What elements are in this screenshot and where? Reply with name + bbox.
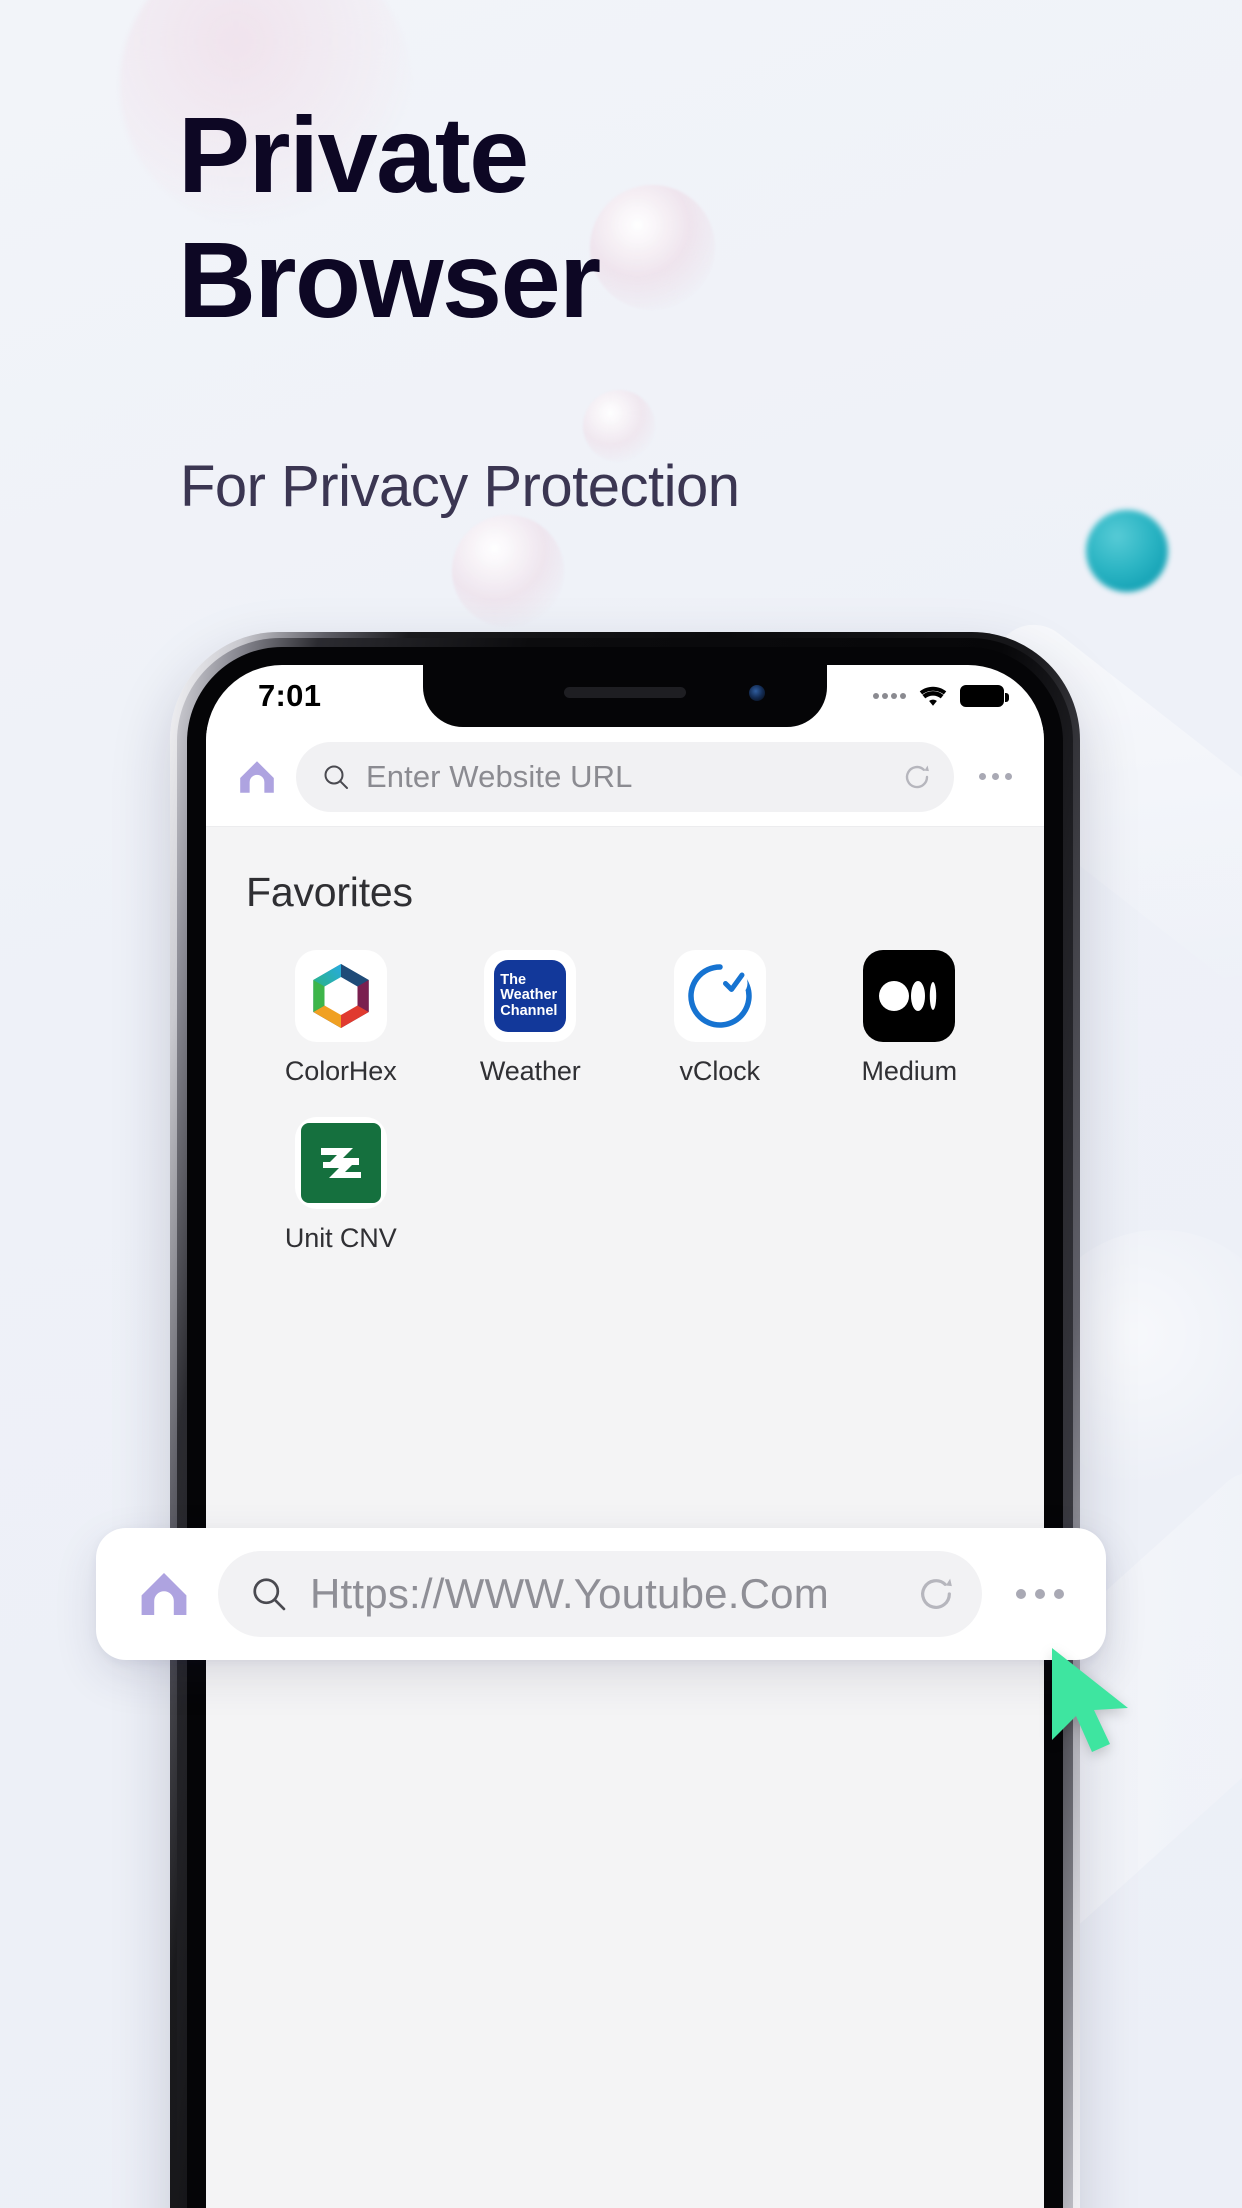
status-bar-time: 7:01 [258, 678, 322, 713]
status-bar-indicators [873, 685, 1009, 708]
search-icon [253, 1578, 286, 1611]
browser-toolbar: Enter Website URL [206, 727, 1044, 827]
url-input-placeholder: Enter Website URL [366, 758, 633, 794]
wifi-icon [919, 686, 947, 706]
vclock-icon [673, 950, 766, 1042]
phone-mockup: 7:01 Enter Website URL Favorites ColorHe… [170, 632, 1080, 2208]
weather-brand-line-3: Channel [500, 1002, 558, 1019]
battery-full-icon [960, 685, 1009, 707]
favorite-label: vClock [679, 1056, 761, 1086]
page-title-line-1: Private [178, 94, 529, 215]
floating-url-bar[interactable]: Https://WWW.Youtube.Com [96, 1528, 1106, 1660]
phone-screen: 7:01 Enter Website URL Favorites ColorHe… [206, 665, 1044, 2208]
favorite-label: ColorHex [284, 1056, 397, 1086]
home-icon[interactable] [136, 1566, 192, 1622]
search-icon [324, 765, 348, 789]
weather-brand-line-2: Weather [500, 987, 558, 1004]
signal-dots-icon [873, 693, 906, 699]
weather-channel-wordmark: The Weather Channel [494, 960, 567, 1032]
favorite-item-medium[interactable]: Medium [815, 950, 1005, 1087]
favorites-heading: Favorites [246, 869, 413, 915]
page-title-line-2: Browser [178, 219, 601, 341]
favorite-item-weather[interactable]: The Weather Channel Weather [436, 950, 626, 1087]
reload-icon[interactable] [902, 762, 932, 792]
colorhex-icon [294, 950, 387, 1042]
favorites-grid: ColorHex The Weather Channel Weather vCl… [246, 950, 1004, 1254]
page-subtitle: For Privacy Protection [180, 454, 740, 519]
overlay-url-input[interactable]: Https://WWW.Youtube.Com [218, 1551, 982, 1637]
weather-brand-line-1: The [500, 971, 527, 988]
page-title: Private Browser [178, 92, 978, 343]
more-options-icon[interactable] [1008, 1589, 1072, 1599]
more-options-icon[interactable] [972, 773, 1018, 780]
mouse-cursor-icon [1052, 1648, 1128, 1752]
favorite-label: Unit CNV [284, 1223, 397, 1253]
weather-channel-icon: The Weather Channel [484, 950, 577, 1042]
home-icon[interactable] [236, 756, 278, 798]
teal-dot-decoration [1086, 510, 1168, 592]
status-bar: 7:01 [206, 665, 1044, 727]
favorite-label: Medium [861, 1056, 958, 1086]
favorite-label: Weather [479, 1056, 581, 1086]
bubble-decoration [452, 515, 564, 627]
bubble-decoration [583, 390, 655, 462]
unit-converter-icon [294, 1117, 387, 1209]
reload-icon[interactable] [916, 1574, 956, 1614]
url-input[interactable]: Enter Website URL [296, 741, 954, 812]
favorite-item-colorhex[interactable]: ColorHex [246, 950, 436, 1087]
promo-screenshot: Private Browser For Privacy Protection 7… [0, 0, 1242, 2208]
favorite-item-unit-cnv[interactable]: Unit CNV [246, 1117, 436, 1254]
favorite-item-vclock[interactable]: vClock [625, 950, 815, 1087]
overlay-url-value: Https://WWW.Youtube.Com [310, 1570, 829, 1617]
browser-content: Favorites ColorHex The Weather Channel W… [206, 827, 1044, 2208]
medium-icon [863, 950, 956, 1042]
unit-converter-glyph [300, 1123, 381, 1203]
